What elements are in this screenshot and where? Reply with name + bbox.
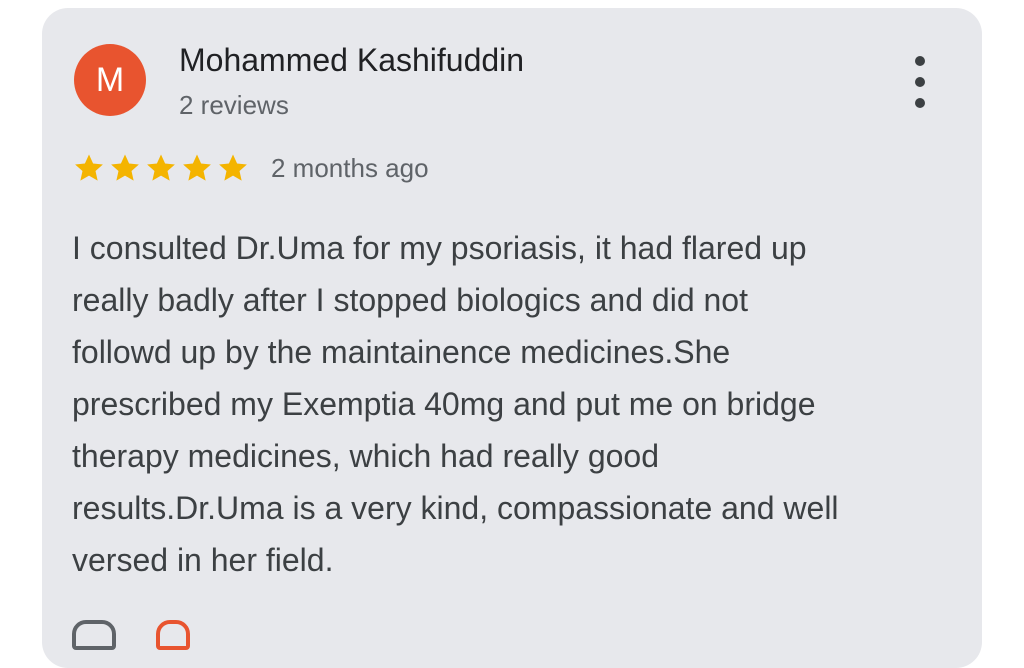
review-text-line: really badly after I stopped biologics a… [72,282,748,318]
review-text-line: prescribed my Exemptia 40mg and put me o… [72,386,816,422]
avatar[interactable]: M [74,44,146,116]
more-vert-icon[interactable] [902,56,938,108]
review-card: M Mohammed Kashifuddin 2 reviews 2 month… [42,8,982,668]
thumb-up-icon[interactable] [72,620,116,650]
review-date: 2 months ago [271,153,429,183]
author-review-count: 2 reviews [179,90,289,120]
review-text-line: therapy medicines, which had really good [72,438,659,474]
star-icon [75,154,103,181]
more-dot [915,77,925,87]
more-dot [915,98,925,108]
star-rating [72,151,250,185]
review-text: I consulted Dr.Uma for my psoriasis, it … [72,222,962,586]
review-text-line: versed in her field. [72,542,334,578]
review-text-line: I consulted Dr.Uma for my psoriasis, it … [72,230,807,266]
star-icon [147,154,175,181]
review-text-line: results.Dr.Uma is a very kind, compassio… [72,490,839,526]
share-icon[interactable] [156,620,190,650]
avatar-letter: M [95,60,125,99]
author-name[interactable]: Mohammed Kashifuddin [179,42,524,79]
review-text-line: followd up by the maintainence medicines… [72,334,731,370]
star-icon [183,154,211,181]
more-dot [915,56,925,66]
review-actions [72,620,190,650]
star-icon [111,154,139,181]
star-icon [219,154,247,181]
